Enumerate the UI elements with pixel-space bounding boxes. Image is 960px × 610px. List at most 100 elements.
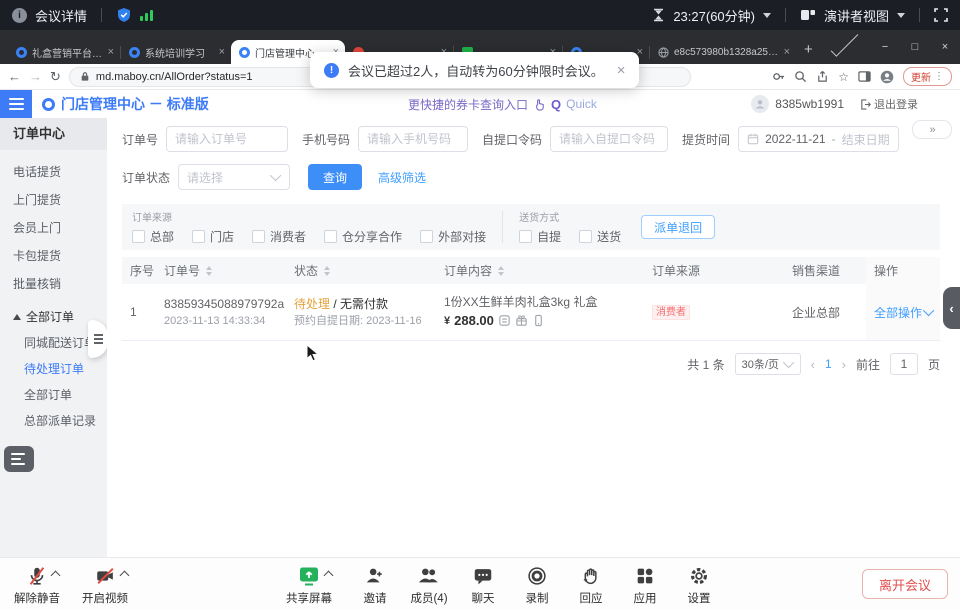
page-size-select[interactable]: 30条/页 [735,353,801,375]
phone-input[interactable] [358,126,468,152]
search-button[interactable]: 查询 [308,164,362,190]
sidebar-item-hq-dispatch-log[interactable]: 总部派单记录 [0,408,107,434]
chat-button[interactable]: 聊天 [452,563,514,606]
sidebar-item-door-pickup[interactable]: 上门提货 [0,186,107,214]
tab-close-icon[interactable]: × [784,46,790,58]
share-options-caret[interactable] [324,571,334,581]
filter-panel: 订单来源 总部 门店 消费者 仓分享合作 外部对接 送货方式 自提 送货 派单退… [122,204,940,250]
back-button[interactable]: ← [8,69,21,84]
meeting-details-label[interactable]: 会议详情 [35,6,87,25]
pay-note: / 无需付款 [333,297,388,311]
meeting-info-icon[interactable]: i [12,8,27,23]
record-button[interactable]: 录制 [506,563,568,606]
user-avatar[interactable] [751,95,769,113]
tab-search-icon[interactable] [831,29,859,57]
status-badge: 待处理 [294,297,330,311]
checkbox-consumer[interactable]: 消费者 [252,228,306,245]
leave-meeting-button[interactable]: 离开会议 [862,569,948,599]
mic-options-caret[interactable] [51,571,61,581]
sidebar-section-order-center[interactable]: 订单中心 [0,118,107,150]
sort-icon[interactable] [498,266,504,276]
checkbox-icon [519,230,532,243]
pickup-code-label: 自提口令码 [482,131,542,148]
browser-tab[interactable]: 礼盒营销平台管理中心 × [8,40,120,64]
window-minimize-button[interactable]: − [870,30,900,64]
checkbox-self-pickup[interactable]: 自提 [519,228,561,245]
invite-button[interactable]: 邀请 [344,563,406,606]
date-range-picker[interactable]: 2022-11-21 - 结束日期 [738,126,899,152]
timer-dropdown-icon[interactable] [763,13,771,18]
reactions-button[interactable]: 回应 [560,563,622,606]
checkbox-external[interactable]: 外部对接 [420,228,486,245]
sidebar-item-phone-pickup[interactable]: 电话提货 [0,158,107,186]
floating-list-button[interactable] [4,446,34,472]
checkbox-delivery[interactable]: 送货 [579,228,621,245]
sidebar-item-all-orders[interactable]: 全部订单 [0,382,107,408]
header-order-no[interactable]: 订单号 [156,262,286,279]
sidebar-item-card-pickup[interactable]: 卡包提货 [0,242,107,270]
phone-icon[interactable] [532,314,545,327]
current-page[interactable]: 1 [825,357,832,371]
view-mode-label[interactable]: 演讲者视图 [824,6,889,25]
sidebar-item-batch-verify[interactable]: 批量核销 [0,270,107,298]
receipt-icon[interactable] [498,314,511,327]
tab-close-icon[interactable]: × [219,46,225,58]
quick-q-link[interactable]: Q [551,97,561,112]
bookmark-star-icon[interactable]: ☆ [838,71,849,83]
table-row[interactable]: 1 83859345088979792a 2023-11-13 14:33:34… [122,284,940,341]
sidebar-toggle-button[interactable] [0,90,32,118]
toast-close-icon[interactable]: × [617,62,626,79]
header-status[interactable]: 状态 [286,262,436,279]
share-icon[interactable] [816,70,829,83]
tab-close-icon[interactable]: × [108,46,114,58]
next-page-button[interactable]: › [842,357,846,372]
start-video-button[interactable]: 开启视频 [74,563,136,606]
sort-icon[interactable] [206,266,212,276]
dispatch-return-button[interactable]: 派单退回 [641,215,715,239]
sort-icon[interactable] [324,266,330,276]
settings-button[interactable]: 设置 [668,563,730,606]
all-actions-dropdown[interactable]: 全部操作 [874,304,934,321]
fullscreen-icon[interactable] [934,8,948,22]
window-maximize-button[interactable]: □ [900,30,930,64]
checkbox-store[interactable]: 门店 [192,228,234,245]
apps-button[interactable]: 应用 [614,563,676,606]
security-shield-icon[interactable] [116,7,132,23]
zoom-icon[interactable] [794,70,807,83]
profile-avatar-icon[interactable] [880,70,894,84]
right-panel-handle[interactable]: ‹ [943,287,960,329]
gift-icon[interactable] [515,314,528,327]
header-content[interactable]: 订单内容 [436,262,644,279]
pickup-code-input[interactable] [550,126,668,152]
browser-tab[interactable]: 系统培训学习 × [121,40,231,64]
sidebar-item-pending-orders[interactable]: 待处理订单 [0,356,107,382]
view-dropdown-icon[interactable] [897,13,905,18]
checkbox-hq[interactable]: 总部 [132,228,174,245]
video-options-caret[interactable] [119,571,129,581]
members-button[interactable]: 成员(4) [398,563,460,606]
order-status-select[interactable]: 请选择 [178,164,290,190]
forward-button[interactable]: → [29,69,42,84]
unmute-button[interactable]: 解除静音 [6,563,68,606]
chrome-update-button[interactable]: 更新 ⋮ [903,67,952,86]
filter-collapse-button[interactable]: » [912,120,952,139]
password-key-icon[interactable] [772,70,785,83]
meeting-toast: ! 会议已超过2人，自动转为60分钟限时会议。 × [310,52,639,88]
side-panel-icon[interactable] [858,70,871,83]
quick-entry-link[interactable]: 更快捷的券卡查询入口 [408,96,528,113]
order-no-input[interactable] [166,126,288,152]
window-close-button[interactable]: × [930,30,960,64]
new-tab-button[interactable]: + [804,41,813,58]
quick-word[interactable]: Quick [566,97,597,111]
goto-page-input[interactable] [890,353,918,375]
prev-page-button[interactable]: ‹ [811,357,815,372]
network-signal-icon[interactable] [140,9,153,21]
browser-tab[interactable]: e8c573980b1328a258fd2e6... × [650,40,796,64]
advanced-filter-link[interactable]: 高级筛选 [378,169,426,186]
menu-kebab-icon[interactable]: ⋮ [934,71,944,82]
checkbox-warehouse-share[interactable]: 仓分享合作 [324,228,402,245]
reload-button[interactable]: ↻ [50,69,61,85]
logout-button[interactable]: 退出登录 [860,96,918,112]
sidebar-item-member-visit[interactable]: 会员上门 [0,214,107,242]
share-screen-button[interactable]: 共享屏幕 [278,563,340,606]
